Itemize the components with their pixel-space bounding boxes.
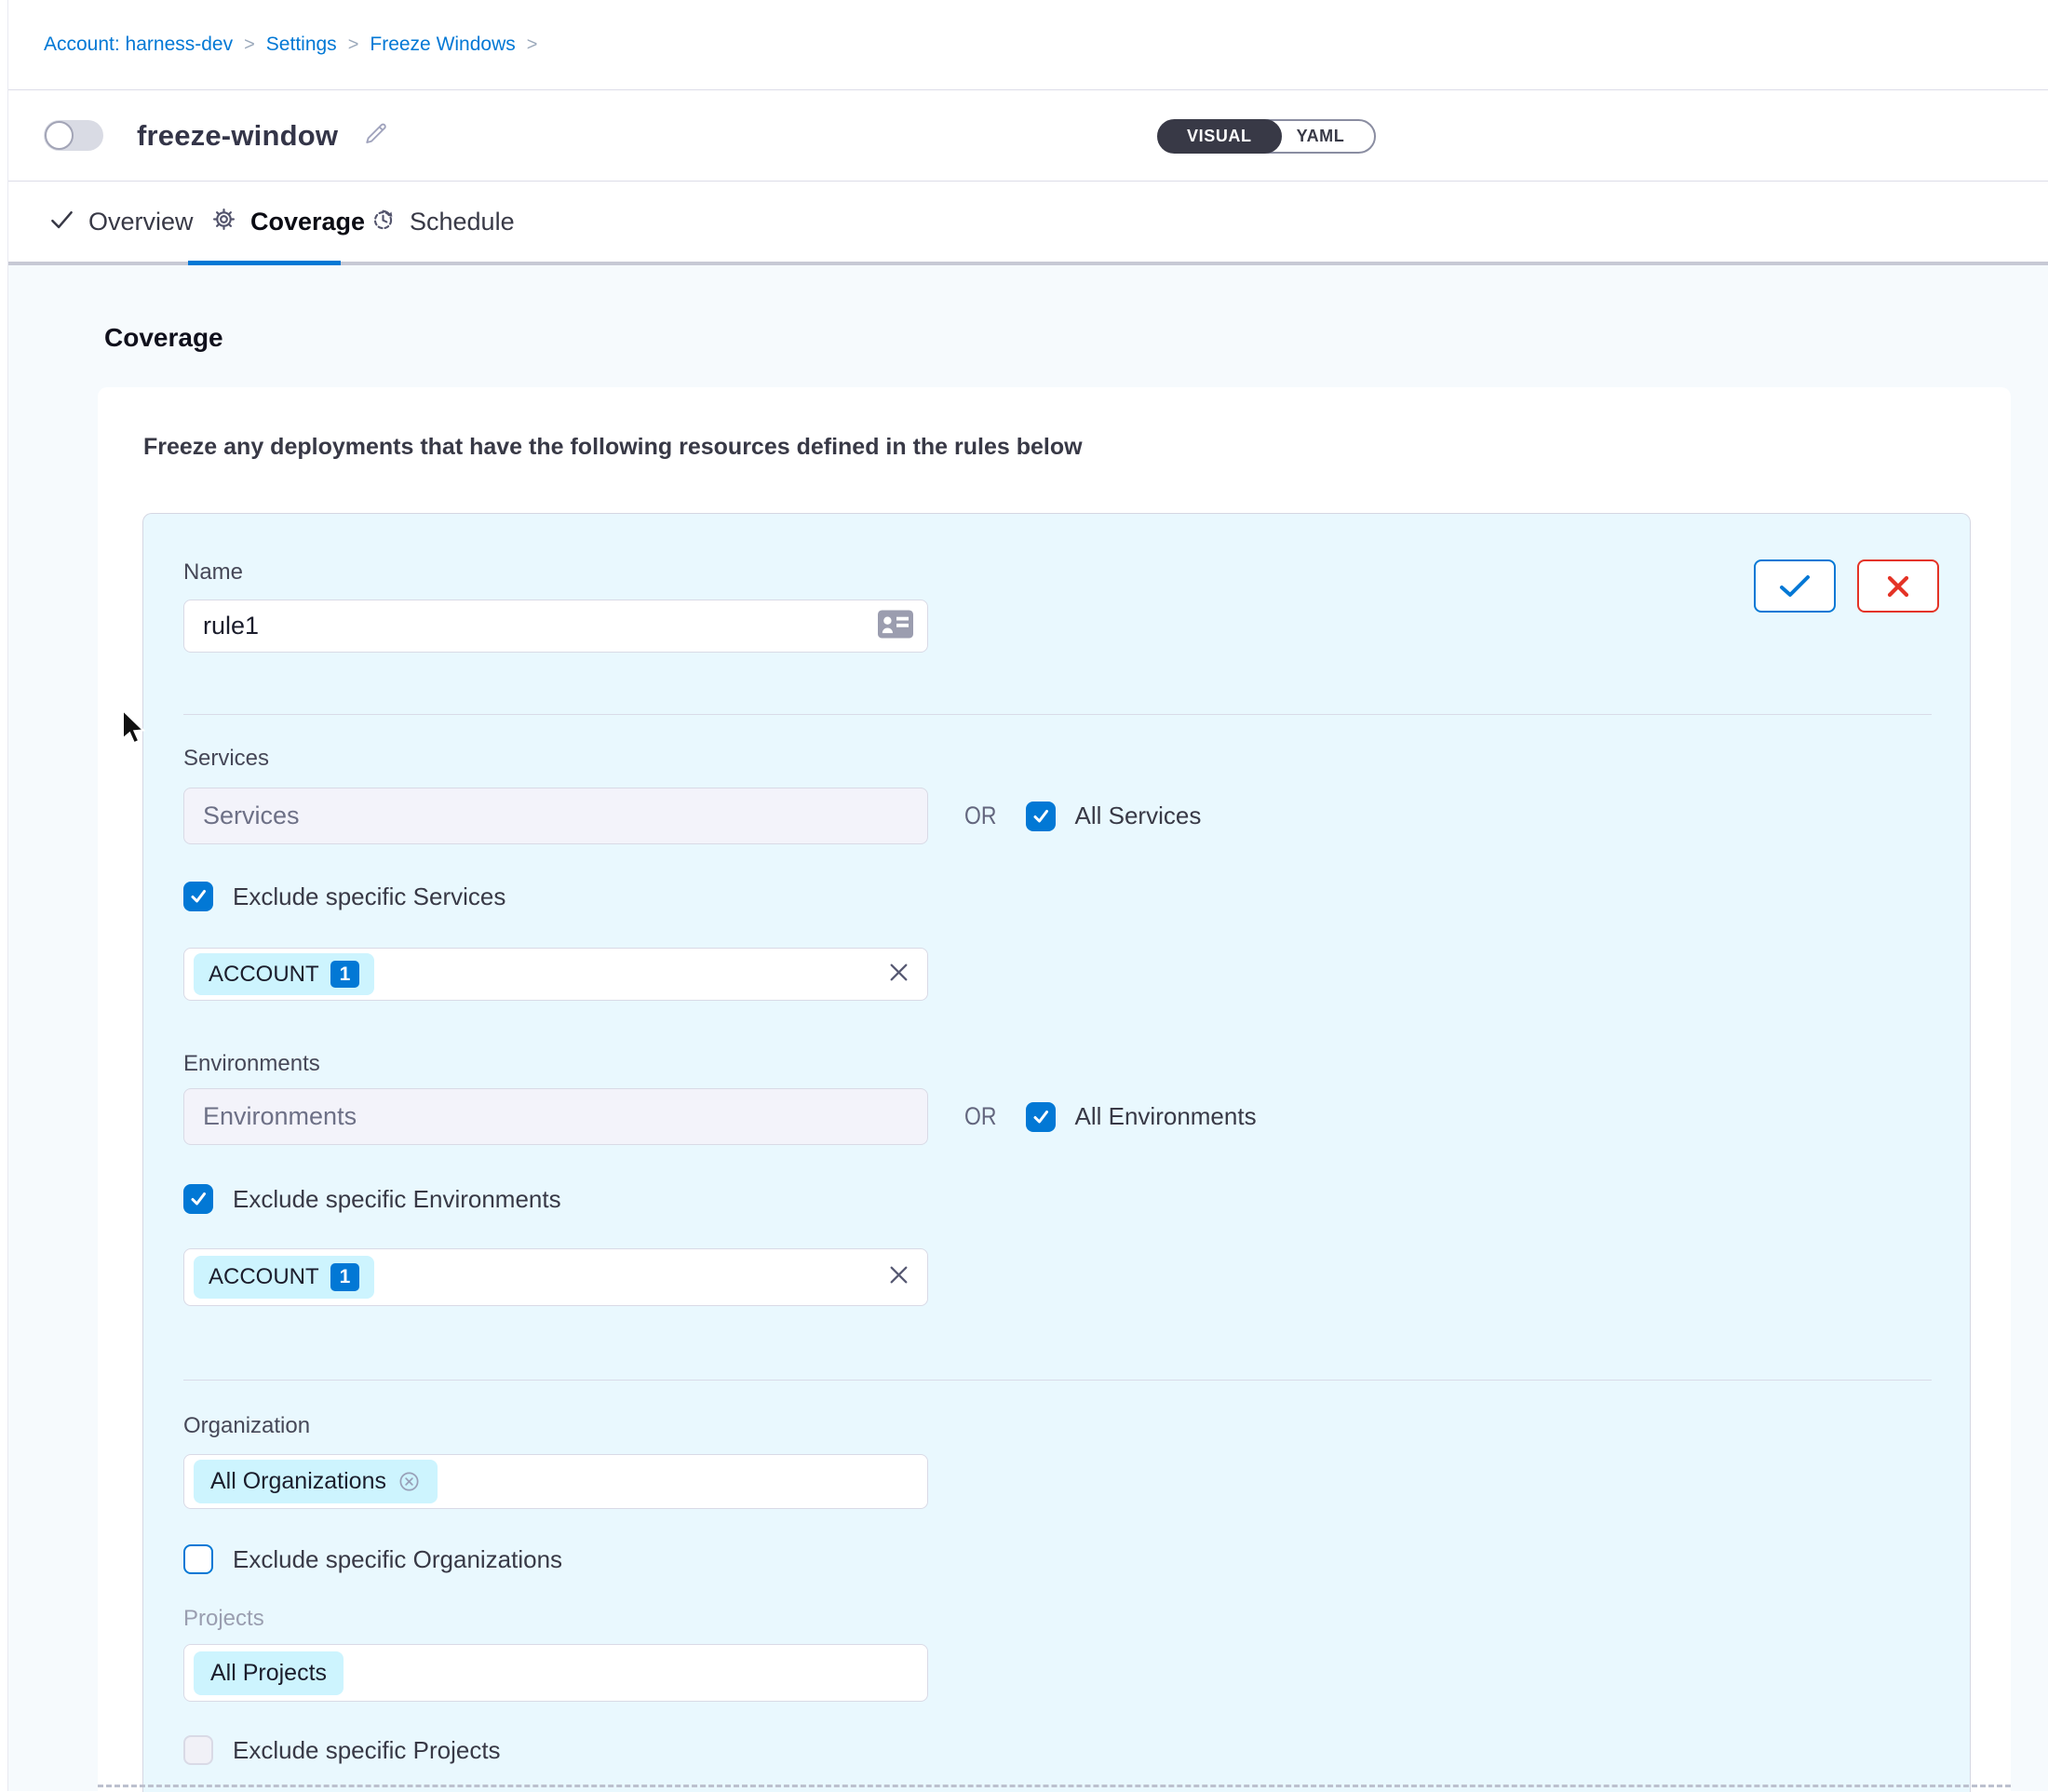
apply-check-icon [1778, 573, 1812, 600]
checkbox-check-icon [189, 1190, 208, 1208]
freeze-enabled-toggle[interactable] [44, 120, 103, 151]
title-bar: freeze-window [0, 90, 2048, 182]
tag-text: All Projects [210, 1660, 327, 1687]
coverage-tab-panel: Coverage Freeze any deployments that hav… [0, 265, 2048, 1791]
environments-or-label: OR [964, 1102, 996, 1131]
rule-divider [183, 1380, 1932, 1381]
excluded-environments-multiselect[interactable]: ACCOUNT 1 [183, 1248, 928, 1306]
exclude-projects-label: Exclude specific Projects [233, 1736, 501, 1765]
checkbox-check-icon [1031, 1108, 1050, 1126]
tab-schedule-label: Schedule [410, 208, 515, 236]
excluded-services-tag[interactable]: ACCOUNT 1 [194, 953, 374, 995]
coverage-card: Freeze any deployments that have the fol… [98, 387, 2011, 1791]
breadcrumb-separator: > [527, 34, 538, 56]
visual-yaml-switch: VISUAL YAML [1157, 119, 1376, 154]
checkbox-check-icon [189, 887, 208, 906]
tag-count-badge: 1 [330, 961, 360, 988]
checkbox-check-icon [1031, 807, 1050, 826]
exclude-services-label: Exclude specific Services [233, 883, 505, 911]
services-or-label: OR [964, 802, 996, 830]
exclude-services-checkbox[interactable] [183, 882, 213, 911]
projects-multiselect[interactable]: All Projects [183, 1644, 928, 1702]
tab-overview-label: Overview [88, 208, 194, 236]
projects-label: Projects [183, 1606, 264, 1632]
tag-scope-text: ACCOUNT [209, 962, 319, 988]
environments-input [183, 1088, 928, 1145]
all-services-label: All Services [1075, 802, 1202, 830]
clear-services-icon[interactable] [887, 961, 910, 989]
rule-divider [183, 714, 1932, 715]
tag-count-badge: 1 [330, 1263, 360, 1290]
all-projects-tag: All Projects [194, 1651, 344, 1695]
exclude-environments-checkbox[interactable] [183, 1184, 213, 1214]
schedule-clock-icon [371, 207, 396, 236]
active-tab-underline [188, 261, 341, 265]
remove-tag-icon[interactable] [397, 1470, 421, 1493]
tab-schedule[interactable]: Schedule [371, 182, 515, 262]
breadcrumb-account-link[interactable]: Account: harness-dev [44, 34, 233, 56]
apply-rule-button[interactable] [1754, 559, 1836, 613]
exclude-environments-label: Exclude specific Environments [233, 1185, 561, 1214]
edit-pencil-icon[interactable] [362, 119, 390, 152]
tag-text: All Organizations [210, 1468, 386, 1495]
tab-bar: Overview Coverage Schedule [0, 182, 2048, 265]
visual-toggle-button[interactable]: VISUAL [1157, 119, 1282, 154]
exclude-organizations-checkbox[interactable] [183, 1544, 213, 1574]
breadcrumb-settings-link[interactable]: Settings [266, 34, 337, 56]
top-bar: Account: harness-dev > Settings > Freeze… [0, 0, 2048, 90]
all-organizations-tag[interactable]: All Organizations [194, 1460, 438, 1503]
organization-multiselect[interactable]: All Organizations [183, 1454, 928, 1509]
excluded-environments-tag[interactable]: ACCOUNT 1 [194, 1256, 374, 1298]
freeze-window-title: freeze-window [137, 119, 338, 153]
services-label: Services [183, 746, 269, 772]
tab-overview[interactable]: Overview [49, 182, 194, 262]
all-environments-checkbox[interactable] [1026, 1102, 1056, 1132]
breadcrumb: Account: harness-dev > Settings > Freeze… [44, 34, 537, 56]
section-heading: Coverage [104, 323, 223, 353]
exclude-projects-checkbox [183, 1735, 213, 1765]
rule-editor-panel: Name Services OR [142, 513, 1971, 1792]
breadcrumb-freeze-windows-link[interactable]: Freeze Windows [370, 34, 515, 56]
toggle-knob [45, 121, 74, 150]
tab-coverage-label: Coverage [250, 208, 365, 236]
clear-environments-icon[interactable] [887, 1263, 910, 1291]
gear-icon [211, 207, 236, 236]
organization-label: Organization [183, 1413, 310, 1439]
breadcrumb-separator: > [348, 34, 359, 56]
discard-rule-button[interactable] [1857, 559, 1939, 613]
breadcrumb-separator: > [244, 34, 255, 56]
discard-x-icon [1885, 573, 1911, 600]
mouse-cursor [121, 710, 153, 752]
services-input [183, 788, 928, 844]
all-environments-label: All Environments [1075, 1102, 1257, 1131]
excluded-services-multiselect[interactable]: ACCOUNT 1 [183, 948, 928, 1001]
environments-label: Environments [183, 1051, 320, 1077]
name-label: Name [183, 559, 243, 586]
all-services-checkbox[interactable] [1026, 802, 1056, 831]
exclude-organizations-label: Exclude specific Organizations [233, 1545, 562, 1574]
name-id-card-icon [878, 610, 913, 642]
rule-name-input[interactable] [183, 600, 928, 653]
add-rule-dashed-divider [98, 1785, 2011, 1787]
tab-coverage[interactable]: Coverage [211, 182, 365, 262]
collapsed-sidebar-edge [0, 0, 8, 1791]
tag-scope-text: ACCOUNT [209, 1264, 319, 1290]
coverage-intro-text: Freeze any deployments that have the fol… [143, 434, 1083, 461]
check-icon [49, 207, 74, 236]
